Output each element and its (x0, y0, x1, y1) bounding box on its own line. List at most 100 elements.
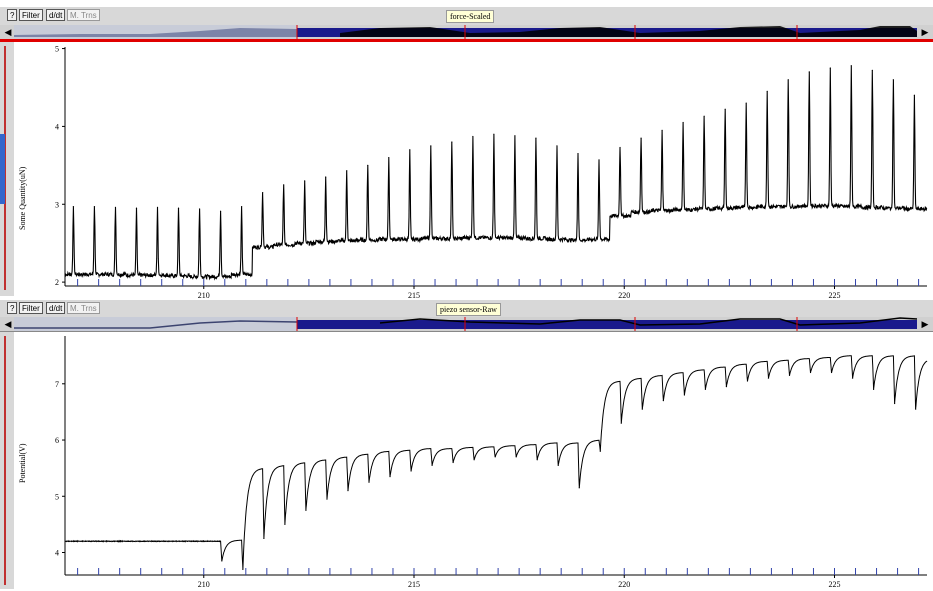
force-peak-point (787, 79, 789, 81)
piezo-trough-point (410, 470, 412, 472)
piezo-trough-point (704, 388, 707, 391)
force-peak-point (262, 191, 264, 194)
force-peak-point (177, 207, 180, 209)
piezo-trough-point (494, 456, 496, 458)
piezo-x-tick-label: 215 (408, 580, 420, 589)
derivative-button[interactable]: d/dt (46, 9, 66, 21)
piezo-trough-point (284, 523, 286, 525)
force-x-tick-label: 225 (828, 291, 840, 298)
piezo-trough-point (221, 560, 223, 562)
force-peak-point (514, 135, 516, 137)
force-peak-point (640, 137, 642, 139)
force-y-tick-label: 3 (55, 200, 59, 209)
force-peak-point (325, 176, 327, 178)
piezo-trough-point (872, 388, 875, 391)
piezo-y-tick-label: 6 (55, 436, 59, 445)
force-peak-point (766, 90, 768, 92)
force-peak-point (892, 79, 894, 81)
piezo-plot: 4 5 6 7 210 215 220 225 (55, 336, 928, 589)
piezo-y-tick-label: 5 (55, 492, 59, 501)
force-peak-point (808, 71, 810, 73)
derivative-button[interactable]: d/dt (46, 302, 66, 314)
force-overview-scrollbar[interactable]: ◀ ▶ (0, 25, 933, 39)
force-peak-point (430, 145, 432, 147)
piezo-channel-title: piezo sensor-Raw (436, 303, 501, 316)
force-peak-point (367, 164, 369, 166)
piezo-trough-point (242, 568, 244, 570)
piezo-trough-point (347, 490, 349, 492)
piezo-trough-point (725, 386, 728, 388)
force-peak-point (114, 206, 117, 208)
force-y-tick-label: 5 (55, 45, 59, 54)
piezo-trough-point (368, 481, 370, 483)
piezo-trough-point (641, 408, 643, 410)
piezo-y-tick-label: 4 (55, 549, 59, 558)
piezo-trough-point (326, 498, 328, 500)
force-x-tick-label: 215 (408, 291, 420, 298)
piezo-trough-point (662, 400, 664, 402)
force-peak-point (850, 65, 852, 67)
piezo-trough-point (746, 380, 749, 382)
piezo-trough-point (578, 487, 580, 489)
mean-trend-button[interactable]: M. Trns (67, 302, 100, 314)
force-peak-point (493, 133, 495, 135)
force-peak-point (409, 149, 411, 151)
force-peak-point (577, 153, 579, 155)
piezo-trough-point (788, 374, 791, 376)
piezo-trough-point (431, 464, 433, 466)
force-peak-point (93, 205, 96, 208)
piezo-x-tick-label: 225 (828, 580, 840, 589)
force-peak-point (871, 69, 873, 71)
piezo-overview-thumbnail (14, 317, 918, 331)
piezo-trough-point (536, 459, 538, 461)
force-peak-point (198, 208, 201, 210)
force-y-tick-label: 4 (55, 122, 59, 131)
force-trace (64, 65, 928, 281)
force-peak-point (304, 180, 306, 182)
force-channel-title: force-Scaled (446, 10, 495, 23)
force-peak-point (619, 146, 621, 149)
force-peak-point (829, 67, 831, 69)
force-peak-point (598, 159, 600, 161)
force-peak-point (682, 121, 684, 124)
piezo-trough-point (767, 377, 770, 379)
force-overview-thumbnail (14, 25, 917, 39)
force-peak-point (388, 156, 390, 159)
force-peak-point (661, 129, 663, 131)
piezo-trough-point (389, 475, 391, 478)
force-peak-point (241, 205, 243, 208)
force-peak-point (913, 94, 915, 96)
overview-visible-window[interactable] (14, 317, 297, 331)
force-plot: 2 3 4 5 210 215 220 225 (55, 45, 928, 298)
help-button[interactable]: ? (7, 9, 18, 21)
force-y-tick-label: 2 (55, 278, 59, 287)
force-toolbar: ? Filter d/dt M. Trns force-Scaled (0, 7, 933, 25)
piezo-x-tick-label: 210 (198, 580, 210, 589)
filter-button[interactable]: Filter (19, 9, 43, 21)
force-peak-point (72, 205, 75, 208)
mean-trend-button[interactable]: M. Trns (67, 9, 100, 21)
help-button[interactable]: ? (7, 302, 18, 314)
piezo-trough-point (683, 394, 685, 396)
force-panel: ? Filter d/dt M. Trns force-Scaled ◀ ▶ S… (0, 0, 933, 298)
piezo-x-tick-label: 220 (618, 580, 630, 589)
force-peak-point (472, 135, 474, 138)
force-peak-point (283, 184, 285, 186)
force-peak-point (724, 108, 726, 110)
piezo-trough-point (557, 464, 559, 466)
force-peak-point (703, 115, 705, 117)
piezo-trough-point (809, 371, 812, 374)
piezo-trough-point (851, 377, 854, 379)
piezo-trough-point (305, 509, 307, 511)
piezo-trough-point (473, 459, 475, 461)
piezo-overview-scrollbar[interactable]: ◀ ▶ (0, 317, 933, 331)
filter-button[interactable]: Filter (19, 302, 43, 314)
piezo-toolbar: ? Filter d/dt M. Trns piezo sensor-Raw (0, 300, 933, 318)
piezo-trough-point (263, 537, 265, 540)
piezo-trough-point (620, 422, 622, 424)
force-peak-point (535, 137, 537, 139)
force-peak-point (745, 102, 747, 104)
piezo-y-tick-label: 7 (55, 380, 59, 389)
piezo-trough-point (830, 371, 833, 374)
force-peak-point (556, 145, 558, 147)
